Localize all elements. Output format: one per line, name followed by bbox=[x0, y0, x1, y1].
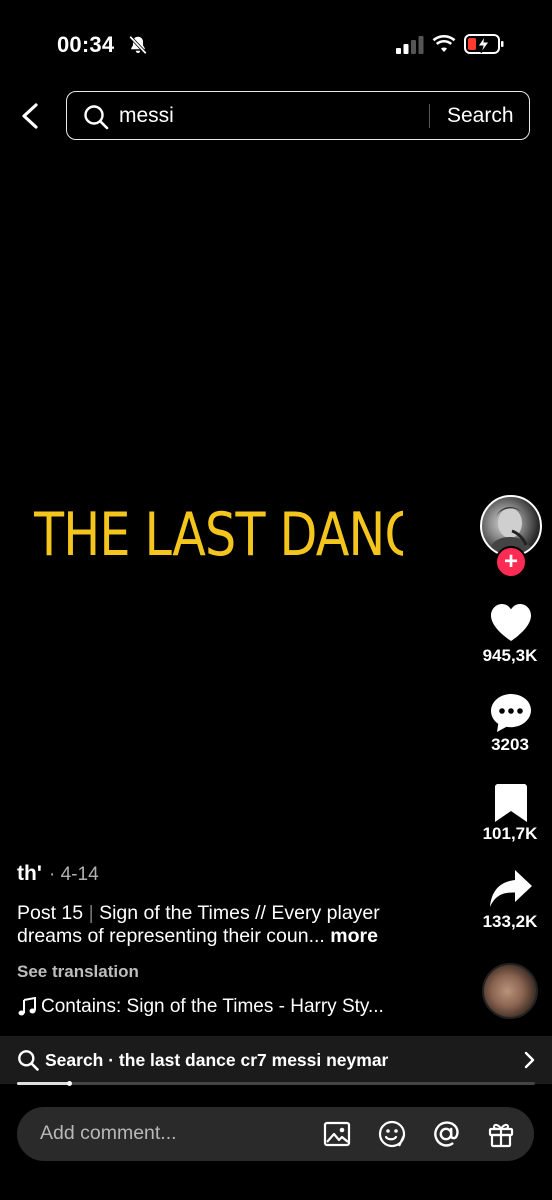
bookmark-count: 101,7K bbox=[482, 824, 538, 843]
see-translation-link[interactable]: See translation bbox=[17, 962, 139, 982]
more-link[interactable]: more bbox=[330, 925, 378, 947]
caption-separator: | bbox=[88, 902, 94, 924]
comment-icon[interactable] bbox=[488, 690, 534, 736]
music-note-icon bbox=[18, 997, 36, 1016]
search-suggestion-label: Search · the last dance cr7 messi neymar bbox=[45, 1050, 389, 1070]
wifi-icon bbox=[432, 35, 456, 52]
video-overlay-title: THE LAST DANCE bbox=[34, 500, 403, 570]
search-divider bbox=[429, 104, 430, 128]
like-count: 945,3K bbox=[482, 646, 538, 665]
music-disc[interactable] bbox=[482, 963, 538, 1019]
status-time: 00:34 bbox=[57, 32, 115, 57]
search-bar[interactable]: messi Search bbox=[66, 91, 530, 140]
share-icon[interactable] bbox=[488, 866, 534, 912]
post-label: Post 15 bbox=[17, 902, 84, 924]
signal-icon bbox=[396, 36, 424, 54]
chevron-right-icon bbox=[524, 1051, 535, 1069]
search-button[interactable]: Search bbox=[447, 104, 514, 128]
follow-button[interactable]: + bbox=[495, 546, 527, 578]
bell-muted-icon bbox=[129, 35, 147, 55]
search-suggestion-bar[interactable]: Search · the last dance cr7 messi neymar bbox=[0, 1036, 552, 1084]
search-input[interactable]: messi bbox=[119, 104, 174, 128]
video-progress-fill bbox=[17, 1082, 69, 1085]
author-name[interactable]: th' bbox=[17, 862, 42, 886]
screen: 00:34 messi Search THE LAST DANCE bbox=[0, 0, 552, 1200]
back-arrow-icon[interactable] bbox=[18, 102, 44, 130]
gift-icon[interactable] bbox=[486, 1119, 516, 1149]
search-icon bbox=[18, 1050, 39, 1071]
battery-charging-icon bbox=[464, 34, 504, 54]
bookmark-icon[interactable] bbox=[488, 780, 534, 826]
share-count: 133,2K bbox=[482, 912, 538, 931]
image-icon[interactable] bbox=[322, 1119, 352, 1149]
comment-bar[interactable]: Add comment... bbox=[17, 1107, 534, 1161]
video-progress-bar[interactable] bbox=[17, 1081, 535, 1086]
comment-input[interactable]: Add comment... bbox=[40, 1122, 177, 1145]
caption-text[interactable]: Post 15 | Sign of the Times // Every pla… bbox=[17, 902, 447, 948]
search-icon bbox=[84, 105, 109, 130]
heart-icon[interactable] bbox=[488, 600, 534, 646]
music-label[interactable]: Contains: Sign of the Times - Harry Sty.… bbox=[41, 996, 384, 1018]
video-progress-handle[interactable] bbox=[66, 1081, 72, 1086]
comment-count: 3203 bbox=[491, 735, 529, 754]
emoji-icon[interactable] bbox=[377, 1119, 407, 1149]
post-date: · 4-14 bbox=[49, 864, 99, 885]
mention-icon[interactable] bbox=[431, 1119, 461, 1149]
